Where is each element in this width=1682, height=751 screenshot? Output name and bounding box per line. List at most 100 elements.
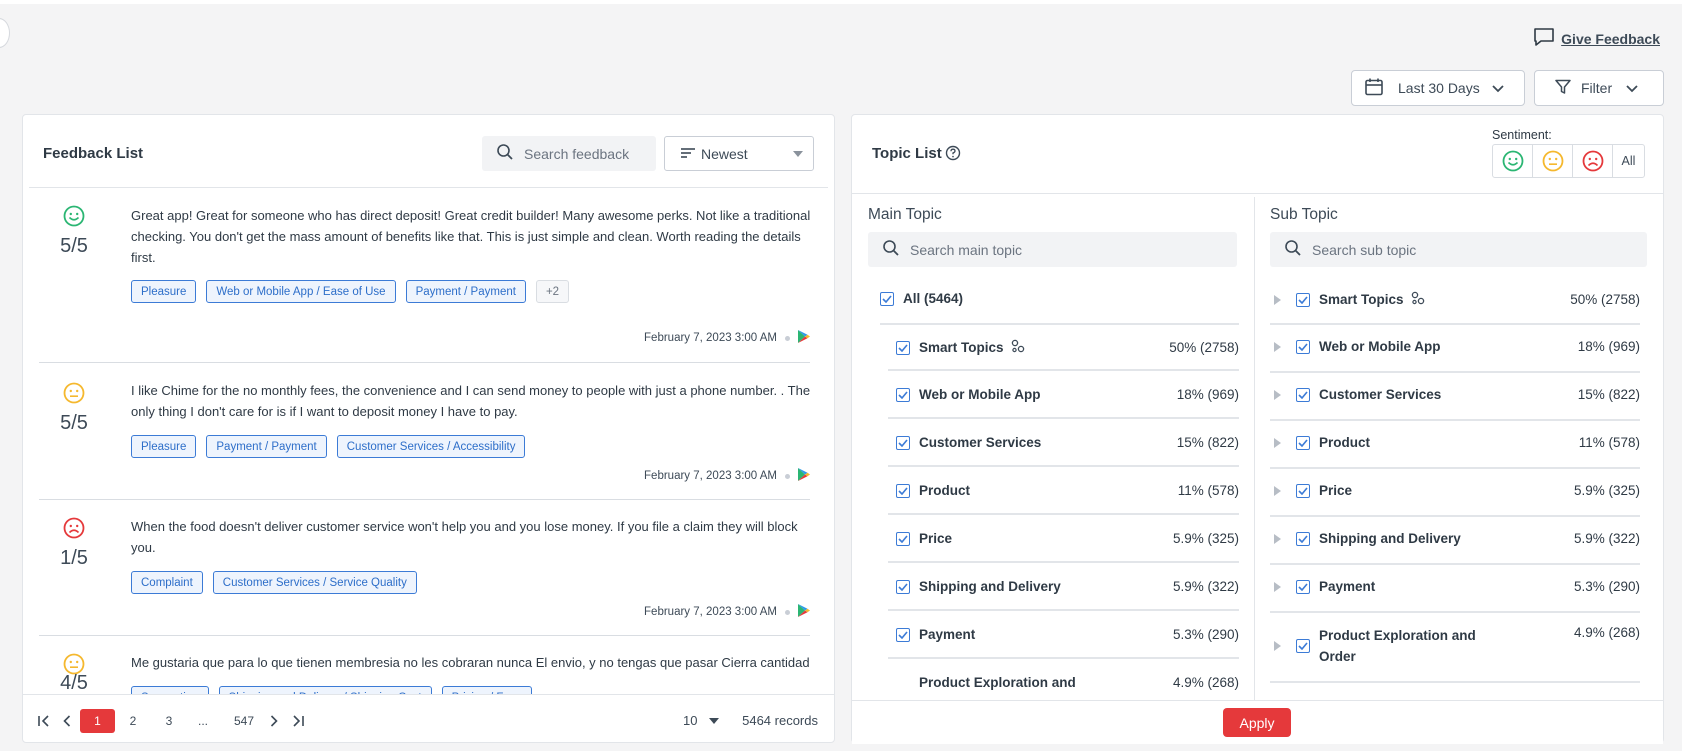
expand-arrow-icon[interactable]	[1274, 389, 1281, 400]
tag[interactable]: Complaint	[131, 571, 203, 594]
checkbox-checked-icon[interactable]	[1296, 483, 1310, 498]
tag[interactable]: Customer Services / Accessibility	[336, 435, 526, 458]
main-topic-row[interactable]: Product 11% (578)	[896, 483, 1239, 498]
sub-topic-row[interactable]: Shipping and Delivery 5.9% (322)	[1274, 531, 1640, 546]
rating: 5/5	[60, 412, 88, 434]
sub-topic-row[interactable]: Product 11% (578)	[1274, 435, 1640, 450]
expand-arrow-icon[interactable]	[1274, 533, 1281, 544]
sort-label: Newest	[701, 145, 748, 162]
checkbox-checked-icon[interactable]	[1296, 435, 1310, 450]
sidebar-collapse-button[interactable]	[0, 18, 10, 48]
expand-arrow-icon[interactable]	[1274, 294, 1281, 305]
checkbox-checked-icon[interactable]	[896, 340, 910, 355]
sub-topic-row[interactable]: Smart Topics 50% (2758)	[1274, 291, 1640, 308]
tag[interactable]: Web or Mobile App / Ease of Use	[206, 280, 396, 303]
separator-dot	[785, 335, 790, 341]
help-circle-icon[interactable]	[945, 145, 961, 166]
tag[interactable]: Payment / Payment	[206, 435, 327, 458]
expand-arrow-icon[interactable]	[1274, 485, 1281, 496]
feedback-item[interactable]: 4/5 Me gustaria que para lo que tienen m…	[39, 636, 810, 694]
main-topic-search-placeholder: Search main topic	[910, 241, 1023, 258]
sort-select[interactable]: Newest	[664, 136, 814, 171]
give-feedback-link[interactable]: Give Feedback	[1533, 27, 1660, 50]
main-topic-name: Product Exploration and	[919, 675, 1076, 690]
main-topic-row[interactable]: Customer Services 15% (822)	[896, 435, 1239, 450]
page-ellipsis: ...	[197, 714, 208, 728]
checkbox-checked-icon[interactable]	[1296, 387, 1310, 402]
sub-topic-name: Shipping and Delivery	[1319, 531, 1461, 546]
main-topic-search-input[interactable]: Search main topic	[868, 232, 1237, 267]
checkbox-checked-icon[interactable]	[1296, 579, 1310, 594]
tag[interactable]: Payment / Payment	[405, 280, 526, 303]
expand-arrow-icon[interactable]	[1274, 581, 1281, 592]
smiley-positive-icon[interactable]	[1493, 145, 1533, 177]
sub-topic-row[interactable]: Price 5.9% (325)	[1274, 483, 1640, 498]
sub-topic-row[interactable]: Web or Mobile App 18% (969)	[1274, 339, 1640, 354]
checkbox-checked-icon[interactable]	[1296, 339, 1310, 354]
main-topic-row[interactable]: Payment 5.3% (290)	[896, 627, 1239, 642]
smiley-positive-icon	[63, 205, 85, 227]
main-topic-row[interactable]: Product Exploration and 4.9% (268)	[896, 675, 1239, 690]
next-page-icon[interactable]	[266, 709, 282, 733]
chat-icon	[1533, 27, 1555, 50]
sub-topic-row[interactable]: Product Exploration and Order 4.9% (268)	[1274, 625, 1640, 667]
checkbox-checked-icon[interactable]	[1296, 531, 1310, 546]
sentiment-all-button[interactable]: All	[1613, 145, 1644, 177]
feedback-search-input[interactable]: Search feedback	[482, 136, 656, 171]
checkbox-checked-icon[interactable]	[896, 387, 910, 402]
feedback-text: Me gustaria que para lo que tienen membr…	[131, 655, 810, 670]
checkbox-checked-icon[interactable]	[896, 531, 910, 546]
prev-page-icon[interactable]	[59, 709, 75, 733]
checkbox-checked-icon[interactable]	[880, 291, 894, 306]
filter-button[interactable]: Filter	[1534, 70, 1664, 106]
checkbox-checked-icon[interactable]	[896, 435, 910, 450]
sentiment-filter: All	[1492, 144, 1645, 178]
main-topic-row[interactable]: Smart Topics 50% (2758)	[896, 339, 1239, 356]
tag[interactable]: Suggestion	[131, 686, 209, 694]
main-topic-row[interactable]: Shipping and Delivery 5.9% (322)	[896, 579, 1239, 594]
top-strip	[0, 0, 1682, 4]
sub-topic-name: Payment	[1319, 579, 1376, 594]
tag[interactable]: Pleasure	[131, 280, 197, 303]
date-range-button[interactable]: Last 30 Days	[1351, 70, 1525, 106]
sub-topic-search-input[interactable]: Search sub topic	[1270, 232, 1647, 267]
page-button[interactable]: 3	[159, 709, 179, 733]
tag[interactable]: Customer Services / Service Quality	[212, 571, 417, 594]
feedback-item[interactable]: 1/5 When the food doesn't deliver custom…	[39, 500, 810, 636]
sub-topic-row[interactable]: Customer Services 15% (822)	[1274, 387, 1640, 402]
more-tags-badge[interactable]: +2	[535, 280, 570, 303]
row-divider	[1270, 515, 1640, 517]
chevron-down-icon	[1626, 80, 1638, 96]
search-icon	[1284, 239, 1302, 260]
feedback-item[interactable]: 5/5 Great app! Great for someone who has…	[39, 205, 810, 363]
main-topic-all[interactable]: All (5464)	[880, 291, 1239, 306]
checkbox-checked-icon[interactable]	[1296, 292, 1310, 307]
checkbox-checked-icon[interactable]	[896, 627, 910, 642]
smiley-negative-icon[interactable]	[1573, 145, 1613, 177]
date-range-label: Last 30 Days	[1398, 80, 1480, 96]
checkbox-checked-icon[interactable]	[896, 579, 910, 594]
page-button[interactable]: 547	[229, 709, 259, 733]
tag[interactable]: Pricing / Fees	[441, 686, 532, 694]
first-page-icon[interactable]	[35, 709, 53, 733]
main-topic-row[interactable]: Web or Mobile App 18% (969)	[896, 387, 1239, 402]
sub-topic-row[interactable]: Payment 5.3% (290)	[1274, 579, 1640, 594]
main-topic-row[interactable]: Price 5.9% (325)	[896, 531, 1239, 546]
last-page-icon[interactable]	[289, 709, 307, 733]
expand-arrow-icon[interactable]	[1274, 437, 1281, 448]
header-divider	[29, 187, 828, 188]
page-button-active[interactable]: 1	[80, 709, 115, 733]
checkbox-checked-icon[interactable]	[1296, 639, 1310, 653]
checkbox-checked-icon[interactable]	[896, 483, 910, 498]
tag[interactable]: Shipping and Delivery / Shipping Cost	[218, 686, 432, 694]
tag[interactable]: Pleasure	[131, 435, 197, 458]
page-size-select[interactable]: 10	[683, 713, 720, 728]
main-topic-pct: 5.3% (290)	[1172, 627, 1239, 642]
expand-arrow-icon[interactable]	[1274, 341, 1281, 352]
feedback-item[interactable]: 5/5 I like Chime for the no monthly fees…	[39, 363, 810, 500]
apply-button[interactable]: Apply	[1223, 708, 1291, 737]
smiley-neutral-icon[interactable]	[1533, 145, 1573, 177]
row-divider	[888, 561, 1239, 563]
expand-arrow-icon[interactable]	[1274, 641, 1281, 651]
page-button[interactable]: 2	[123, 709, 143, 733]
